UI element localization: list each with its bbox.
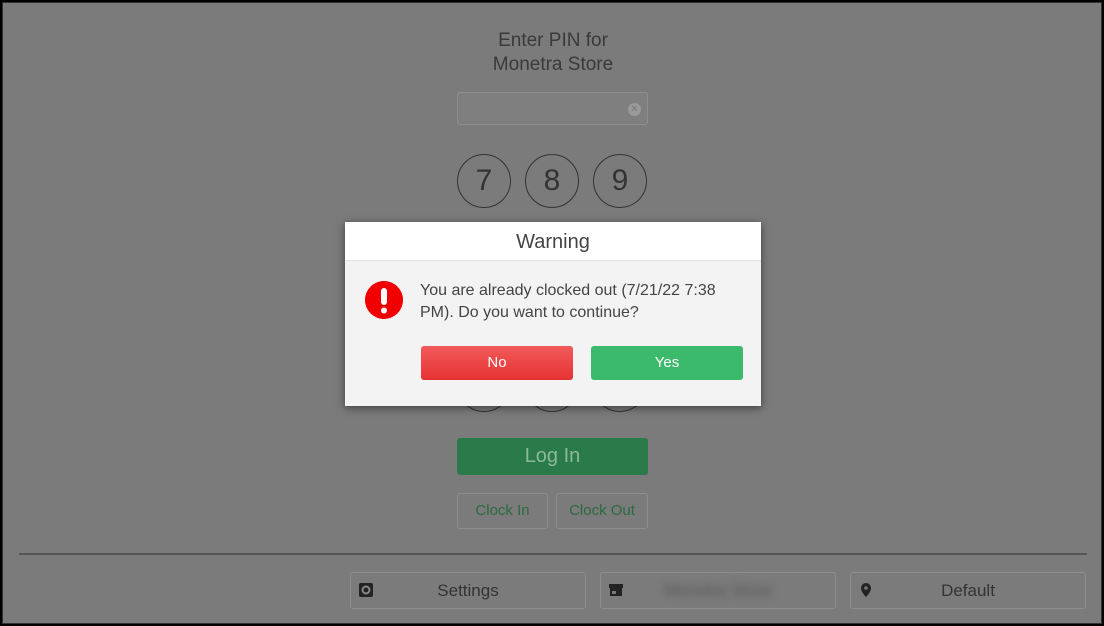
gear-icon xyxy=(359,583,373,597)
key-8[interactable]: 8 xyxy=(525,154,579,208)
pin-input[interactable]: ✕ xyxy=(457,92,648,125)
pin-screen: Enter PIN for Monetra Store ✕ 7 8 9 Log … xyxy=(2,2,1102,624)
clock-out-button[interactable]: Clock Out xyxy=(556,493,648,529)
divider xyxy=(19,553,1087,555)
settings-button[interactable]: Settings xyxy=(350,572,586,609)
key-9[interactable]: 9 xyxy=(593,154,647,208)
location-label: Default xyxy=(941,581,995,600)
pin-prompt-store: Monetra Store xyxy=(492,54,614,75)
dialog-message: You are already clocked out (7/21/22 7:3… xyxy=(420,282,716,321)
warning-dialog: Warning You are already clocked out (7/2… xyxy=(345,222,761,406)
clear-icon[interactable]: ✕ xyxy=(628,103,641,116)
location-button[interactable]: Default xyxy=(850,572,1086,609)
no-button[interactable]: No xyxy=(421,346,573,380)
dialog-title: Warning xyxy=(345,222,761,261)
store-button[interactable]: Monetra Store xyxy=(600,572,836,609)
login-button[interactable]: Log In xyxy=(457,438,648,475)
store-icon xyxy=(609,584,623,596)
settings-label: Settings xyxy=(437,581,499,600)
pin-prompt-line1: Enter PIN for xyxy=(498,30,608,51)
map-pin-icon xyxy=(861,583,871,597)
exclamation-circle-icon xyxy=(365,281,403,319)
store-label: Monetra Store xyxy=(664,581,772,600)
yes-button[interactable]: Yes xyxy=(591,346,743,380)
clock-in-button[interactable]: Clock In xyxy=(457,493,548,529)
key-7[interactable]: 7 xyxy=(457,154,511,208)
